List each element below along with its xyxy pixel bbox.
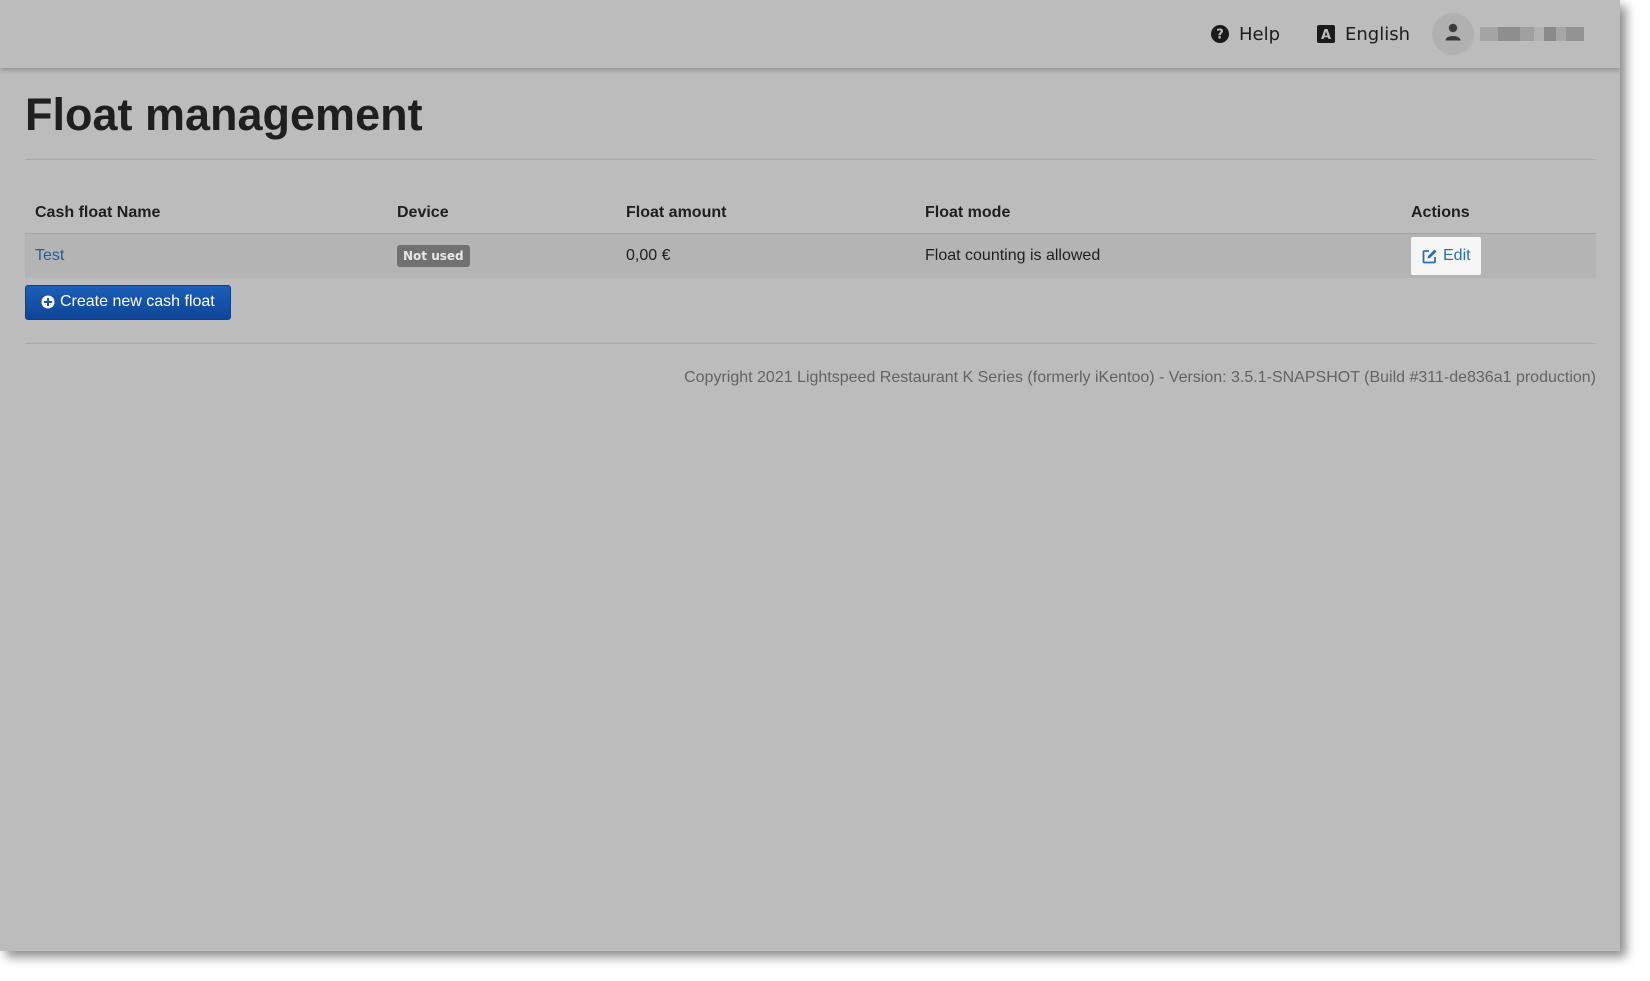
device-status-badge: Not used	[397, 244, 470, 267]
app-window: ? Help A English Float management Cash f…	[0, 0, 1620, 951]
cell-device: Not used	[387, 233, 616, 278]
column-header-name: Cash float Name	[25, 194, 387, 234]
language-a-icon: A	[1316, 24, 1336, 44]
cell-mode: Float counting is allowed	[915, 233, 1401, 278]
cell-amount: 0,00 €	[616, 233, 915, 278]
user-icon	[1445, 23, 1461, 46]
language-selector[interactable]: A English	[1316, 24, 1410, 45]
main-content: Float management Cash float Name Device …	[25, 68, 1596, 387]
table-row: Test Not used 0,00 € Float counting is a…	[25, 233, 1596, 278]
language-label: English	[1345, 23, 1410, 45]
edit-button[interactable]: Edit	[1411, 236, 1481, 275]
column-header-amount: Float amount	[616, 194, 915, 234]
edit-label: Edit	[1443, 246, 1471, 264]
edit-icon	[1422, 248, 1438, 264]
svg-text:A: A	[1321, 28, 1331, 43]
title-divider	[25, 159, 1596, 160]
cell-actions: Edit	[1401, 233, 1596, 278]
footer-divider	[25, 342, 1596, 344]
table-header-row: Cash float Name Device Float amount Floa…	[25, 194, 1596, 234]
cash-float-table: Cash float Name Device Float amount Floa…	[25, 194, 1596, 278]
create-button-label: Create new cash float	[60, 293, 215, 310]
cell-name: Test	[25, 233, 387, 278]
help-label: Help	[1238, 23, 1280, 45]
column-header-mode: Float mode	[915, 194, 1401, 234]
cash-float-name-link[interactable]: Test	[35, 247, 64, 264]
plus-circle-icon	[41, 295, 55, 309]
question-circle-icon: ?	[1210, 24, 1230, 44]
svg-text:?: ?	[1216, 28, 1224, 43]
username-redacted[interactable]	[1480, 24, 1584, 44]
help-link[interactable]: ? Help	[1210, 24, 1280, 45]
column-header-device: Device	[387, 194, 616, 234]
top-navbar: ? Help A English	[0, 0, 1620, 68]
create-cash-float-button[interactable]: Create new cash float	[25, 284, 231, 320]
page-title: Float management	[25, 89, 423, 140]
column-header-actions: Actions	[1401, 194, 1596, 234]
user-avatar[interactable]	[1432, 13, 1474, 55]
footer-copyright: Copyright 2021 Lightspeed Restaurant K S…	[684, 368, 1596, 386]
